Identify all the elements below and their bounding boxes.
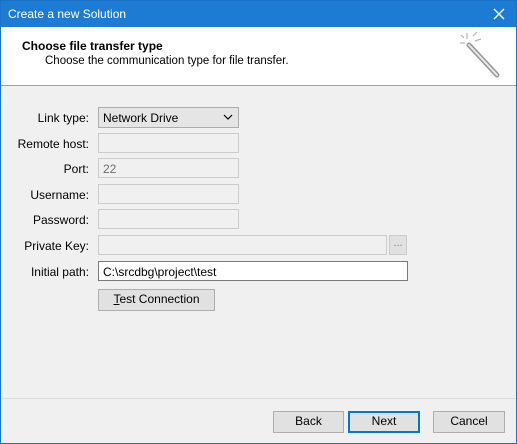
username-label: Username: — [30, 188, 89, 202]
initial-path-label: Initial path: — [30, 265, 89, 279]
link-type-label: Link type: — [37, 111, 89, 125]
footer-divider — [2, 398, 515, 399]
wizard-header: Choose file transfer type Choose the com… — [1, 27, 516, 86]
port-label: Port: — [63, 162, 89, 176]
title-bar[interactable]: Create a new Solution — [1, 1, 516, 27]
password-field[interactable] — [98, 209, 239, 229]
cancel-button[interactable]: Cancel — [433, 411, 505, 433]
dialog-window: Create a new Solution Choose file transf… — [0, 0, 517, 444]
link-type-select[interactable]: Network Drive — [98, 107, 239, 128]
remote-host-label: Remote host: — [17, 137, 89, 151]
next-button[interactable]: Next — [348, 411, 420, 433]
test-connection-label: est Connection — [119, 292, 200, 306]
header-subtitle: Choose the communication type for file t… — [45, 55, 289, 67]
remote-host-field[interactable] — [98, 133, 239, 153]
window-title: Create a new Solution — [8, 7, 127, 21]
browse-private-key-button[interactable]: ... — [389, 235, 407, 255]
test-connection-button[interactable]: Test Connection — [98, 289, 215, 311]
close-icon[interactable] — [482, 1, 516, 27]
port-field[interactable]: 22 — [98, 158, 239, 178]
back-button[interactable]: Back — [273, 411, 344, 433]
password-label: Password: — [32, 213, 89, 227]
username-field[interactable] — [98, 184, 239, 204]
private-key-label: Private Key: — [24, 239, 89, 253]
initial-path-field[interactable]: C:\srcdbg\project\test — [98, 261, 408, 281]
magic-wand-icon — [460, 31, 500, 78]
link-type-value: Network Drive — [103, 111, 179, 125]
private-key-field[interactable] — [98, 235, 387, 255]
chevron-down-icon — [223, 114, 233, 120]
header-title: Choose file transfer type — [22, 39, 163, 53]
